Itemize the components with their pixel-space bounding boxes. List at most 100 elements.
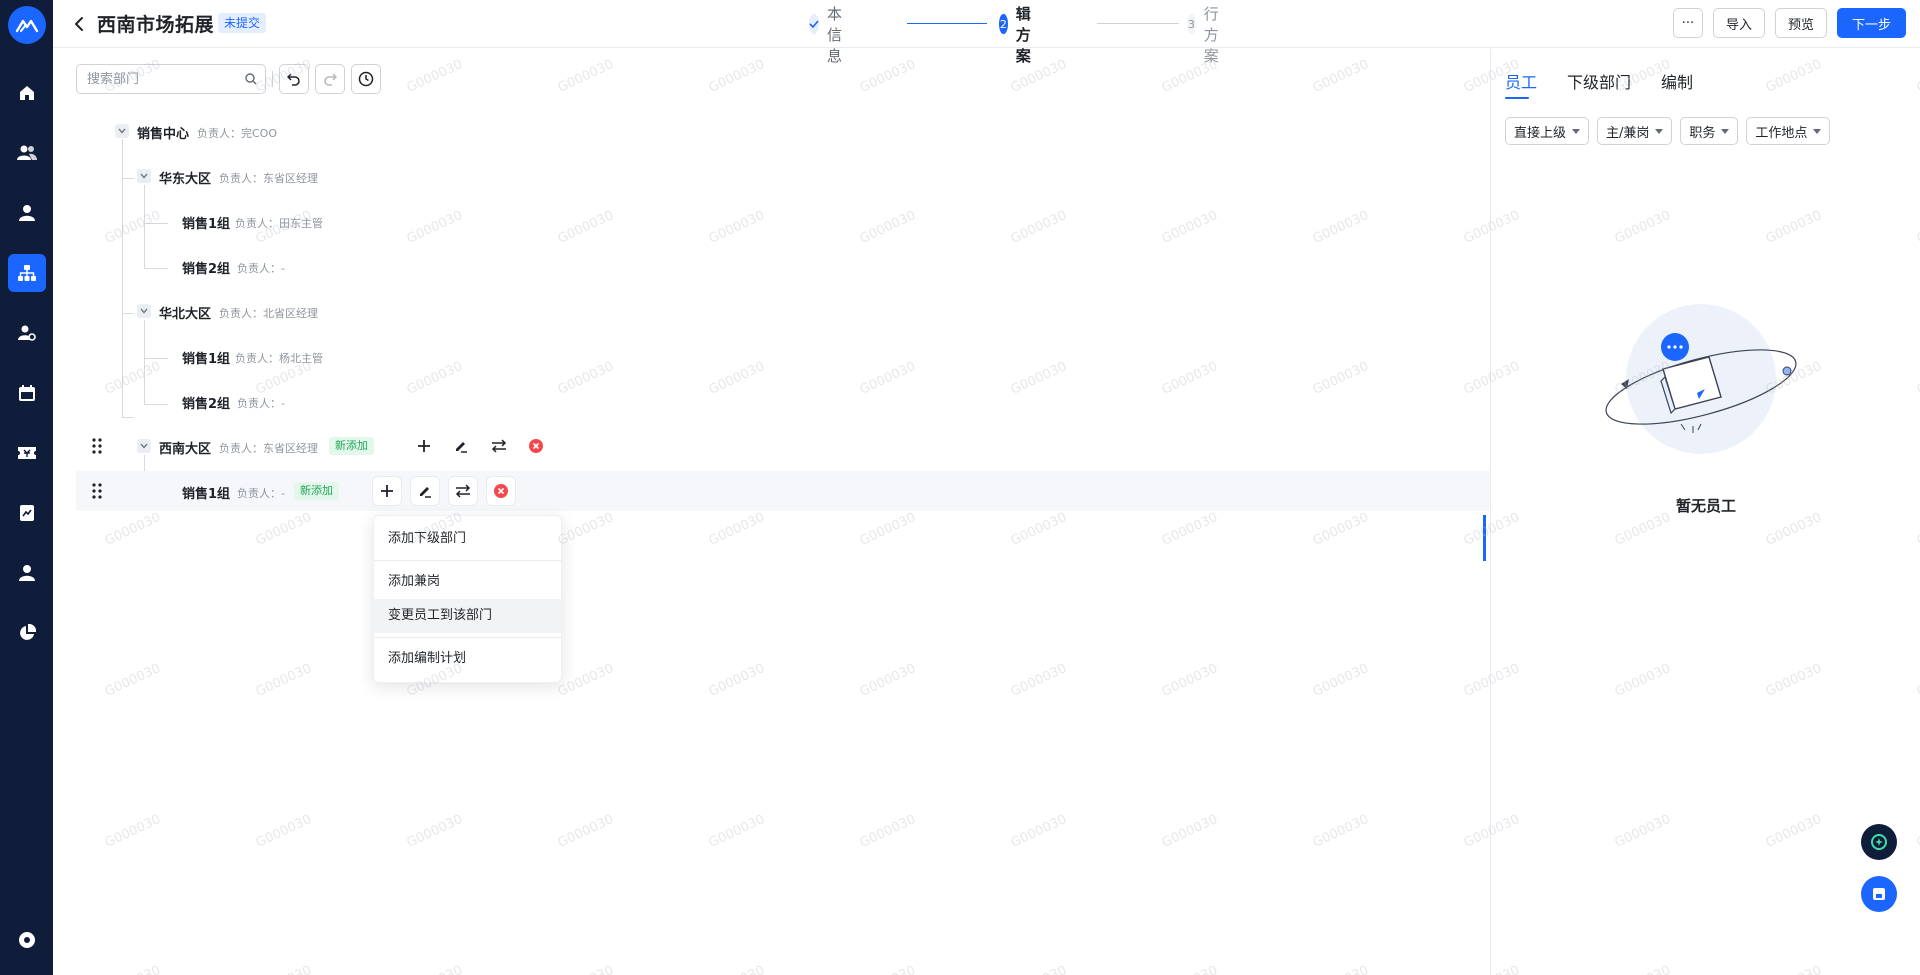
caret-down-icon bbox=[1721, 128, 1730, 134]
history-button[interactable] bbox=[351, 64, 381, 94]
redo-icon bbox=[324, 73, 337, 86]
save-draft-button[interactable] bbox=[1861, 876, 1897, 912]
save-icon bbox=[1873, 888, 1885, 900]
more-button[interactable]: ··· bbox=[1672, 8, 1703, 38]
logo-icon bbox=[15, 19, 39, 33]
delete-button[interactable] bbox=[521, 431, 551, 461]
step-execute-plan[interactable]: 3 执行方案 bbox=[1187, 0, 1230, 65]
selection-indicator bbox=[1483, 515, 1486, 561]
app-logo[interactable] bbox=[8, 6, 46, 44]
tree-row[interactable]: 销售2组 负责人：- bbox=[53, 246, 1490, 286]
import-button[interactable]: 导入 bbox=[1712, 8, 1765, 38]
profile-icon bbox=[19, 565, 35, 581]
transfer-button[interactable] bbox=[484, 431, 514, 461]
filter-post-type[interactable]: 主/兼岗 bbox=[1597, 117, 1673, 145]
chevron-down-icon[interactable] bbox=[137, 304, 151, 318]
tree-row-selected[interactable]: 销售1组 负责人：- 新添加 bbox=[76, 471, 1490, 511]
next-step-button[interactable]: 下一步 bbox=[1836, 8, 1906, 38]
nav-person[interactable] bbox=[8, 194, 46, 232]
preview-button[interactable]: 预览 bbox=[1774, 8, 1827, 38]
back-button[interactable] bbox=[67, 12, 91, 36]
tree-row[interactable]: 西南大区 负责人：东省区经理 新添加 bbox=[53, 426, 1490, 466]
step-connector bbox=[907, 23, 987, 24]
step-basic-info[interactable]: 基本信息 bbox=[809, 0, 852, 65]
chevron-down-icon[interactable] bbox=[137, 439, 151, 453]
step-number: 3 bbox=[1187, 14, 1196, 34]
department-name: 销售1组 bbox=[182, 352, 231, 367]
nav-analytics[interactable] bbox=[8, 614, 46, 652]
tree-row[interactable]: 销售中心 负责人：完COO bbox=[53, 111, 1490, 151]
department-name: 华北大区 bbox=[159, 307, 212, 322]
transfer-button[interactable] bbox=[448, 476, 478, 506]
nav-person-settings[interactable] bbox=[8, 314, 46, 352]
chevron-down-icon[interactable] bbox=[115, 124, 129, 138]
drag-handle-icon[interactable] bbox=[90, 482, 104, 500]
chevron-down-icon[interactable] bbox=[137, 169, 151, 183]
filter-label: 主/兼岗 bbox=[1606, 125, 1650, 141]
undo-button[interactable] bbox=[279, 64, 309, 94]
pie-chart-icon bbox=[20, 624, 36, 640]
filter-bar: 直接上级 主/兼岗 职务 工作地点 bbox=[1505, 117, 1831, 145]
owner-label: 负责人：东省区经理 bbox=[219, 442, 318, 455]
nav-calendar[interactable] bbox=[8, 374, 46, 412]
org-tree-panel: 销售中心 负责人：完COO 华东大区 负责人：东省区经理 销售1组 负责人：田东… bbox=[53, 49, 1490, 975]
nav-people[interactable] bbox=[8, 134, 46, 172]
tab-headcount[interactable]: 编制 bbox=[1661, 69, 1693, 99]
delete-button[interactable] bbox=[486, 476, 516, 506]
nav-home[interactable] bbox=[8, 74, 46, 112]
nav-ticket[interactable] bbox=[8, 434, 46, 472]
filter-direct-manager[interactable]: 直接上级 bbox=[1505, 117, 1590, 145]
step-number: 2 bbox=[999, 14, 1008, 34]
detail-tabs: 员工 下级部门 编制 bbox=[1505, 69, 1693, 99]
ticket-icon bbox=[18, 447, 36, 459]
department-search bbox=[76, 64, 266, 94]
search-input[interactable] bbox=[85, 65, 235, 93]
drag-handle-icon[interactable] bbox=[90, 437, 104, 455]
tree-row[interactable]: 销售2组 负责人：- bbox=[53, 381, 1490, 421]
menu-add-headcount-plan[interactable]: 添加编制计划 bbox=[374, 642, 561, 676]
check-icon bbox=[809, 14, 819, 34]
ai-assistant-button[interactable] bbox=[1861, 824, 1897, 860]
top-actions: ··· 导入 预览 下一步 bbox=[1672, 8, 1906, 38]
user-settings-icon bbox=[18, 325, 36, 341]
plus-icon bbox=[418, 440, 430, 452]
tree-row[interactable]: 销售1组 负责人：杨北主管 bbox=[53, 336, 1490, 376]
menu-add-concurrent-post[interactable]: 添加兼岗 bbox=[374, 565, 561, 599]
report-icon bbox=[20, 505, 34, 521]
owner-label: 负责人：杨北主管 bbox=[235, 352, 323, 365]
search-icon[interactable] bbox=[245, 73, 257, 85]
owner-label: 负责人：东省区经理 bbox=[219, 172, 318, 185]
new-badge: 新添加 bbox=[329, 437, 374, 455]
edit-button[interactable] bbox=[410, 476, 440, 506]
edit-button[interactable] bbox=[446, 431, 476, 461]
nav-settings[interactable] bbox=[8, 921, 46, 959]
nav-report[interactable] bbox=[8, 494, 46, 532]
calendar-icon bbox=[19, 385, 35, 401]
filter-position[interactable]: 职务 bbox=[1680, 117, 1739, 145]
edit-icon bbox=[420, 487, 431, 498]
department-name: 销售2组 bbox=[182, 262, 231, 277]
nav-profile[interactable] bbox=[8, 554, 46, 592]
new-badge: 新添加 bbox=[294, 482, 339, 500]
add-child-button[interactable] bbox=[372, 476, 402, 506]
detail-panel: 员工 下级部门 编制 直接上级 主/兼岗 职务 工作地点 暂无员工 bbox=[1490, 49, 1920, 975]
menu-add-sub-department[interactable]: 添加下级部门 bbox=[374, 522, 561, 556]
page-title: 西南市场拓展 bbox=[97, 14, 215, 36]
owner-label: 负责人：完COO bbox=[197, 127, 277, 140]
tab-employees[interactable]: 员工 bbox=[1505, 69, 1537, 99]
owner-label: 负责人：田东主管 bbox=[235, 217, 323, 230]
tree-row[interactable]: 销售1组 负责人：田东主管 bbox=[53, 201, 1490, 241]
tree-row[interactable]: 华东大区 负责人：东省区经理 bbox=[53, 156, 1490, 196]
menu-transfer-employee[interactable]: 变更员工到该部门 bbox=[374, 599, 561, 633]
add-child-button[interactable] bbox=[409, 431, 439, 461]
redo-button[interactable] bbox=[315, 64, 345, 94]
filter-work-location[interactable]: 工作地点 bbox=[1746, 117, 1831, 145]
tree-row[interactable]: 华北大区 负责人：北省区经理 bbox=[53, 291, 1490, 331]
department-name: 销售中心 bbox=[137, 127, 190, 142]
swap-icon bbox=[455, 484, 471, 498]
tab-sub-departments[interactable]: 下级部门 bbox=[1567, 69, 1631, 99]
nav-org-structure[interactable] bbox=[8, 254, 46, 292]
status-badge: 未提交 bbox=[218, 13, 267, 33]
empty-state-illustration bbox=[1605, 304, 1797, 454]
step-edit-plan[interactable]: 2 编辑方案 bbox=[999, 0, 1042, 65]
